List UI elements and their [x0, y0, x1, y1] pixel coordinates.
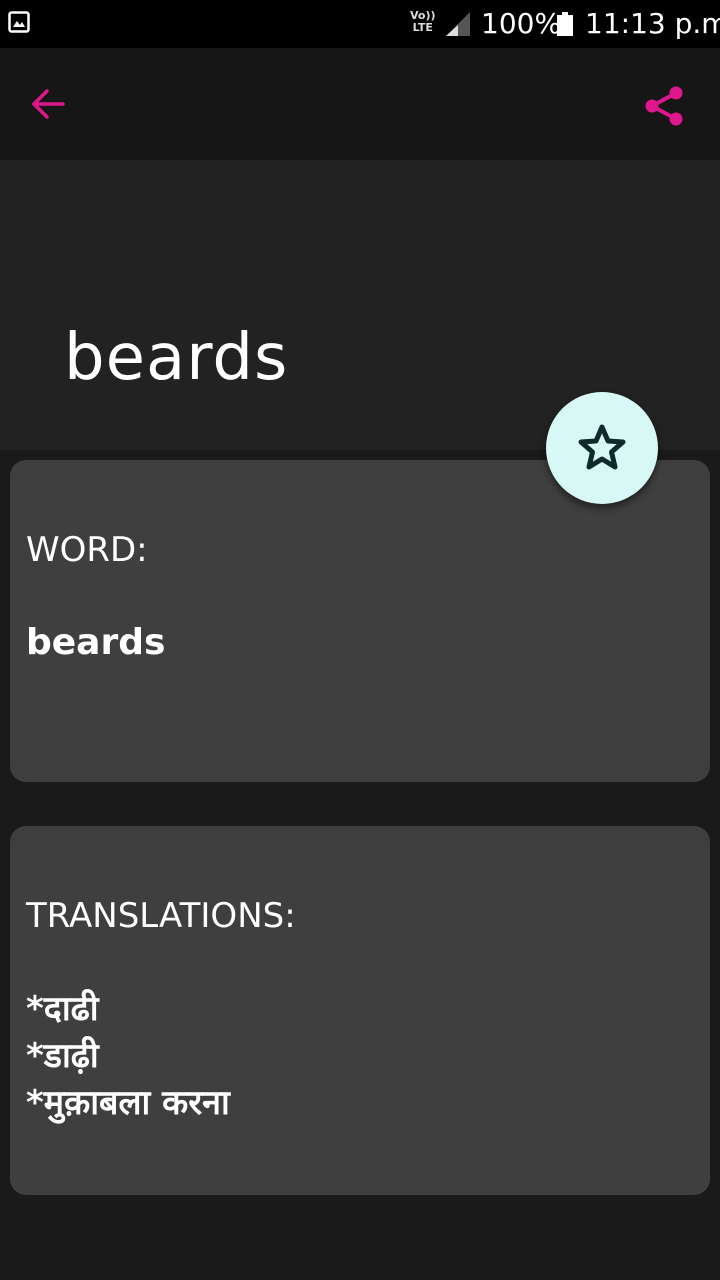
volte-indicator: Vo)) LTE: [410, 10, 436, 34]
toolbar: [0, 48, 720, 160]
back-button[interactable]: [20, 78, 76, 130]
clock: 11:13 p.m.: [585, 7, 720, 40]
translation-item: *डाढ़ी: [26, 1036, 99, 1076]
share-button[interactable]: [636, 78, 692, 134]
screen: Vo)) LTE 100% 11:13 p.m.: [0, 0, 720, 1280]
word-label: WORD:: [26, 530, 148, 570]
translation-list: *दाढी *डाढ़ी *मुक़ाबला करना: [26, 986, 230, 1127]
signal-icon: [446, 12, 470, 36]
favorite-button[interactable]: [546, 392, 658, 504]
share-icon: [645, 86, 683, 126]
headword-title: beards: [64, 321, 289, 395]
battery-icon: [557, 12, 573, 36]
translation-item: *मुक़ाबला करना: [26, 1083, 230, 1123]
status-bar: Vo)) LTE 100% 11:13 p.m.: [0, 0, 720, 48]
word-card: WORD: beards: [10, 460, 710, 782]
lte-label: LTE: [412, 21, 433, 34]
gallery-notification-icon: [8, 11, 30, 33]
star-outline-icon: [578, 424, 626, 470]
arrow-back-icon: [32, 89, 65, 119]
word-value: beards: [26, 622, 166, 663]
translations-label: TRANSLATIONS:: [26, 896, 296, 936]
translation-item: *दाढी: [26, 989, 99, 1029]
battery-percent: 100%: [481, 7, 562, 40]
translations-card: TRANSLATIONS: *दाढी *डाढ़ी *मुक़ाबला करन…: [10, 826, 710, 1195]
